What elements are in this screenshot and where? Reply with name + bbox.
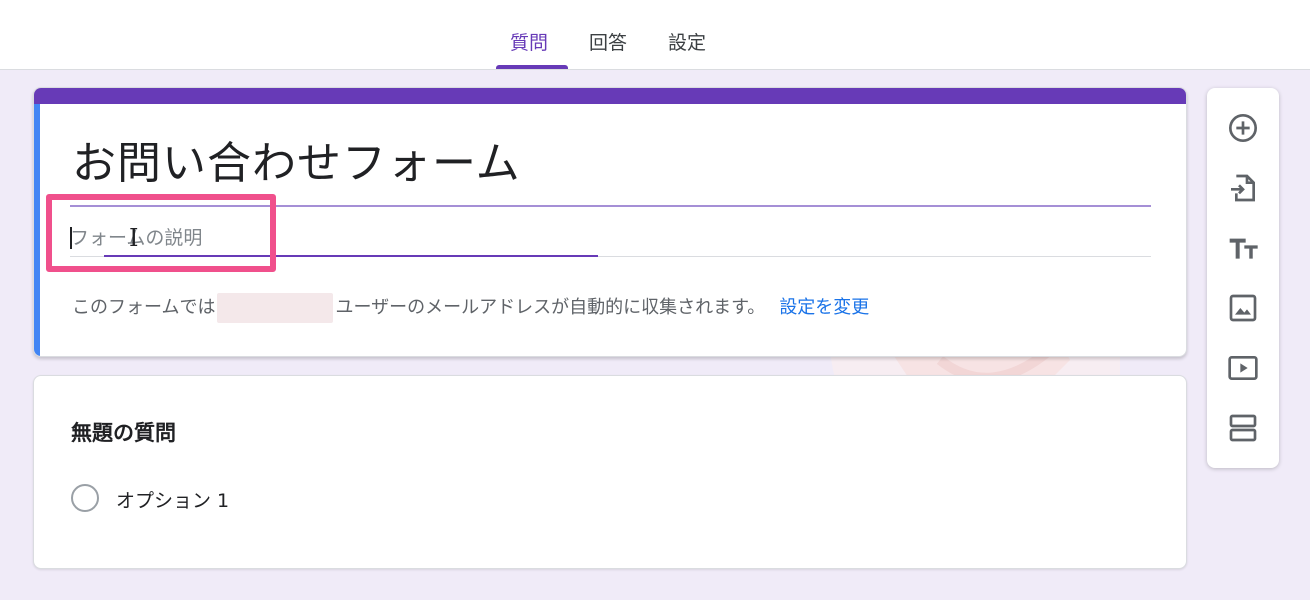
import-questions-button[interactable] [1223,168,1263,208]
question-title[interactable]: 無題の質問 [71,417,176,447]
text-size-icon [1229,238,1258,259]
radio-button[interactable] [71,484,99,512]
add-video-button[interactable] [1223,348,1263,388]
header-accent-bar [34,88,1186,104]
focus-indicator-bar [34,104,40,356]
notice-prefix: このフォームでは [72,297,216,318]
image-icon [1229,294,1257,322]
add-section-button[interactable] [1223,408,1263,448]
section-icon [1229,414,1257,442]
side-toolbar [1207,88,1279,468]
video-icon [1228,356,1258,380]
plus-circle-icon [1229,114,1257,142]
redacted-domain [217,293,334,323]
form-title[interactable]: お問い合わせフォーム [72,136,521,192]
tab-settings[interactable]: 設定 [668,28,706,55]
highlight-box [46,194,276,272]
question-card[interactable]: 無題の質問 オプション 1 [33,375,1187,569]
active-tab-indicator [496,65,568,69]
top-tab-bar: 質問 回答 設定 [0,0,1310,70]
change-settings-link[interactable]: 設定を変更 [779,297,869,318]
import-icon [1231,174,1255,202]
add-image-button[interactable] [1223,288,1263,328]
add-title-button[interactable] [1223,228,1263,268]
option-label[interactable]: オプション 1 [116,486,229,513]
add-question-button[interactable] [1223,108,1263,148]
notice-suffix: ユーザーのメールアドレスが自動的に収集されます。 [335,297,766,318]
tab-responses[interactable]: 回答 [589,28,627,55]
email-collection-notice: このフォームでは ユーザーのメールアドレスが自動的に収集されます。 設定を変更 [72,293,869,323]
tab-questions[interactable]: 質問 [510,28,548,55]
